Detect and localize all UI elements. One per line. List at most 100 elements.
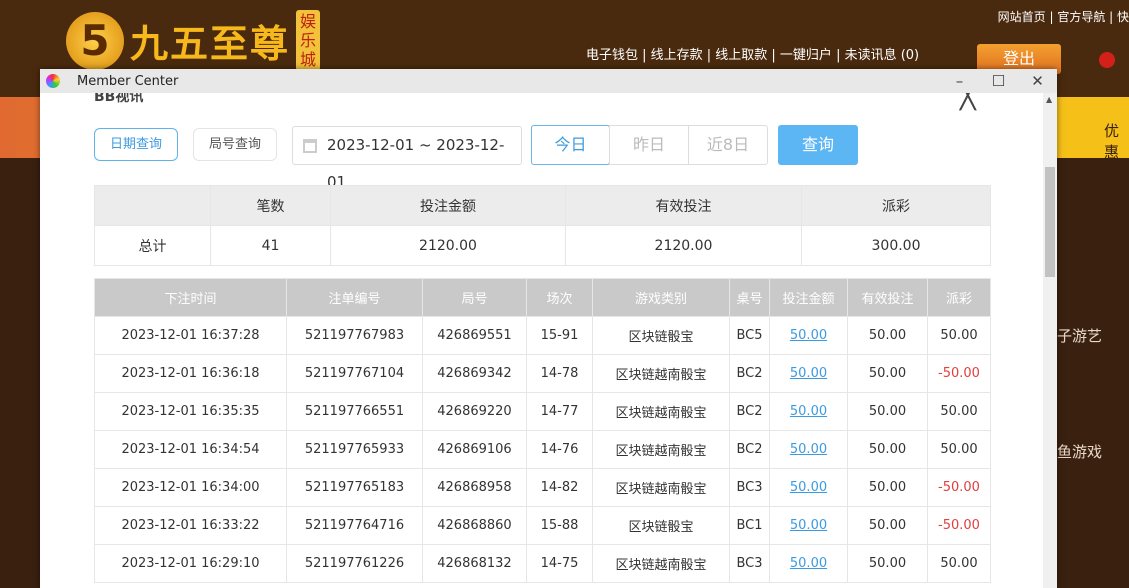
close-window-button[interactable]: ✕ — [1018, 72, 1057, 90]
hk-flag-icon[interactable] — [1099, 52, 1115, 68]
last-8-days-button[interactable]: 近8日 — [688, 126, 767, 164]
table-cell: 521197761226 — [286, 544, 423, 583]
table-cell: 区块链越南骰宝 — [592, 392, 730, 431]
table-cell: -50.00 — [927, 506, 991, 545]
table-cell: 14-77 — [526, 392, 593, 431]
table-cell: 区块链骰宝 — [592, 316, 730, 355]
table-cell: 14-76 — [526, 430, 593, 469]
table-cell: 区块链越南骰宝 — [592, 430, 730, 469]
table-cell: -50.00 — [927, 468, 991, 507]
bet-amount-link[interactable]: 50.00 — [769, 430, 848, 469]
table-cell: 2023-12-01 16:36:18 — [94, 354, 287, 393]
table-cell: 521197765183 — [286, 468, 423, 507]
table-row: 2023-12-01 16:34:54 521197765933 426869106… — [94, 430, 991, 469]
bet-records-panel: BB视讯 ╳ 日期查询 局号查询 2023-12-01 ~ 2023-12-01… — [40, 93, 1043, 588]
table-cell: BC2 — [729, 354, 770, 393]
table-cell: 426869342 — [422, 354, 527, 393]
summary-cell: 总计 — [94, 225, 211, 266]
logo-badge: 5 — [66, 11, 124, 70]
summary-header: 投注金额 — [330, 185, 566, 226]
window-title: Member Center — [77, 73, 179, 89]
bet-amount-link[interactable]: 50.00 — [769, 506, 848, 545]
table-cell: 426868958 — [422, 468, 527, 507]
fishing-games-link[interactable]: 鱼游戏 — [1057, 441, 1102, 462]
table-cell: 14-78 — [526, 354, 593, 393]
table-cell: 区块链越南骰宝 — [592, 354, 730, 393]
table-cell: 50.00 — [847, 354, 928, 393]
table-row: 2023-12-01 16:37:28 521197767983 426869551… — [94, 316, 991, 355]
summary-cell: 2120.00 — [330, 225, 566, 266]
table-cell: 2023-12-01 16:34:54 — [94, 430, 287, 469]
column-header: 派彩 — [927, 278, 991, 317]
date-query-tab[interactable]: 日期查询 — [94, 128, 178, 161]
table-row: 2023-12-01 16:33:22 521197764716 426868860… — [94, 506, 991, 545]
table-cell: 50.00 — [927, 544, 991, 583]
close-panel-icon[interactable]: ╳ — [960, 93, 976, 111]
table-cell: 50.00 — [847, 544, 928, 583]
table-cell: 区块链越南骰宝 — [592, 544, 730, 583]
table-cell: 15-91 — [526, 316, 593, 355]
yesterday-button[interactable]: 昨日 — [609, 126, 688, 164]
search-button[interactable]: 查询 — [778, 125, 858, 165]
title-bar: Member Center – ☐ ✕ — [40, 69, 1057, 93]
column-header: 有效投注 — [847, 278, 928, 317]
table-cell: 2023-12-01 16:29:10 — [94, 544, 287, 583]
table-cell: 521197766551 — [286, 392, 423, 431]
table-cell: 14-75 — [526, 544, 593, 583]
table-cell: 2023-12-01 16:37:28 — [94, 316, 287, 355]
table-cell: BC3 — [729, 468, 770, 507]
summary-table: 笔数 投注金额 有效投注 派彩 总计 41 2120.00 2120.00 300.00 — [94, 185, 991, 266]
table-cell: 426868860 — [422, 506, 527, 545]
date-range-input[interactable]: 2023-12-01 ~ 2023-12-01 — [292, 126, 522, 191]
column-header: 局号 — [422, 278, 527, 317]
table-cell: 2023-12-01 16:34:00 — [94, 468, 287, 507]
table-cell: BC2 — [729, 430, 770, 469]
table-cell: 426869551 — [422, 316, 527, 355]
bet-amount-link[interactable]: 50.00 — [769, 316, 848, 355]
maximize-button[interactable]: ☐ — [979, 72, 1018, 90]
logo-tag: 娱乐城 — [296, 10, 321, 71]
table-cell: 区块链骰宝 — [592, 506, 730, 545]
user-nav[interactable]: 电子钱包 | 线上存款 | 线上取款 | 一键归户 | 未读讯息 (0) — [586, 44, 919, 63]
table-cell: 2023-12-01 16:35:35 — [94, 392, 287, 431]
panel-title: BB视讯 — [94, 93, 144, 105]
summary-cell: 300.00 — [801, 225, 991, 266]
app-icon — [46, 74, 60, 88]
member-center-window: Member Center – ☐ ✕ BB视讯 ╳ 日期查询 局号查询 202… — [40, 69, 1057, 588]
table-cell: 521197764716 — [286, 506, 423, 545]
bet-table: 下注时间 注单编号 局号 场次 游戏类别 桌号 投注金额 有效投注 派彩 2023-12-01 1… — [94, 278, 991, 583]
table-cell: BC3 — [729, 544, 770, 583]
minimize-button[interactable]: – — [940, 72, 979, 90]
table-cell: 区块链越南骰宝 — [592, 468, 730, 507]
round-query-tab[interactable]: 局号查询 — [193, 128, 277, 161]
nav-promo[interactable]: 优惠 — [1104, 120, 1129, 162]
table-cell: BC1 — [729, 506, 770, 545]
table-cell: 50.00 — [927, 392, 991, 431]
table-cell: 50.00 — [927, 316, 991, 355]
table-cell: BC2 — [729, 392, 770, 431]
scroll-up-icon[interactable]: ▲ — [1046, 95, 1052, 104]
column-header: 下注时间 — [94, 278, 287, 317]
scroll-thumb[interactable] — [1045, 167, 1055, 277]
table-cell: 521197767104 — [286, 354, 423, 393]
table-cell: BC5 — [729, 316, 770, 355]
column-header: 场次 — [526, 278, 593, 317]
bet-amount-link[interactable]: 50.00 — [769, 392, 848, 431]
bet-amount-link[interactable]: 50.00 — [769, 354, 848, 393]
column-header: 桌号 — [729, 278, 770, 317]
column-header: 投注金额 — [769, 278, 848, 317]
bet-amount-link[interactable]: 50.00 — [769, 544, 848, 583]
today-button[interactable]: 今日 — [531, 125, 610, 165]
summary-cell: 2120.00 — [565, 225, 802, 266]
site-logo[interactable]: 5 九五至尊 娱乐城 — [66, 10, 321, 71]
table-row: 2023-12-01 16:35:35 521197766551 426869220… — [94, 392, 991, 431]
top-links[interactable]: 网站首页 | 官方导航 | 快 — [998, 8, 1129, 25]
column-header: 注单编号 — [286, 278, 423, 317]
scrollbar[interactable]: ▲ — [1043, 93, 1057, 588]
bet-amount-link[interactable]: 50.00 — [769, 468, 848, 507]
summary-header — [94, 185, 211, 226]
table-cell: 426869106 — [422, 430, 527, 469]
slot-games-link[interactable]: 子游艺 — [1057, 325, 1102, 346]
table-cell: 50.00 — [847, 316, 928, 355]
summary-cell: 41 — [210, 225, 331, 266]
